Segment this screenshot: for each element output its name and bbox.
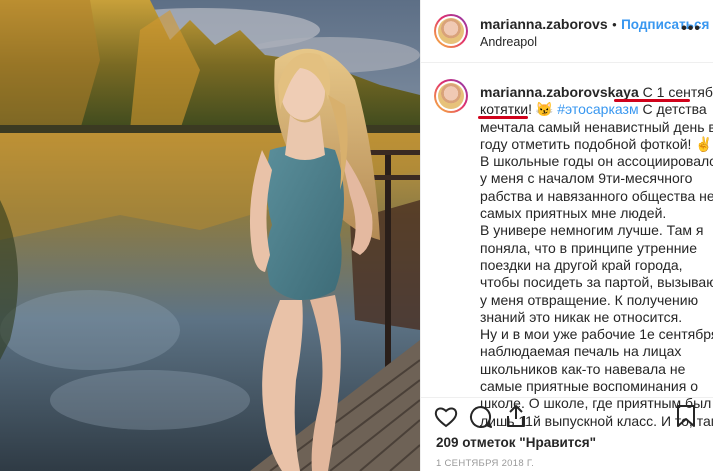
post-side-panel: marianna.zaborovs • Подписаться Andreapo… bbox=[420, 0, 713, 471]
caption-first-line: С 1 сентября, bbox=[642, 84, 713, 100]
actions-bar: 209 отметок "Нравится" 1 СЕНТЯБРЯ 2018 Г… bbox=[421, 397, 713, 472]
caption-line: чтобы посидеть за партой, вызывают bbox=[480, 274, 713, 291]
caption-line: рабства и навязанного общества не bbox=[480, 187, 713, 204]
caption-greeting: котятки! bbox=[480, 101, 533, 118]
share-icon[interactable] bbox=[505, 404, 527, 428]
underline-kotyatki bbox=[478, 116, 528, 119]
instagram-post: marianna.zaborovs • Подписаться Andreapo… bbox=[0, 0, 713, 471]
caption-body: мечтала самый ненавистный день в году отм… bbox=[480, 118, 713, 430]
heart-icon[interactable] bbox=[434, 406, 458, 428]
avatar[interactable] bbox=[434, 14, 468, 48]
bookmark-icon[interactable] bbox=[676, 404, 696, 428]
post-photo[interactable] bbox=[0, 0, 420, 471]
caption-line: В школьные годы он ассоциировался bbox=[480, 153, 713, 170]
caption-line: мечтала самый ненавистный день в bbox=[480, 118, 713, 135]
caption-line: поняла, что в принципе утренние bbox=[480, 239, 698, 256]
caption-line: школьников как-то навевала не bbox=[480, 360, 686, 377]
header-username[interactable]: marianna.zaborovs bbox=[480, 16, 608, 32]
lake-portrait-image bbox=[0, 0, 420, 471]
caption-username[interactable]: marianna.zaborovskaya bbox=[480, 84, 639, 100]
caption-line: В универе немногим лучше. Там я bbox=[480, 222, 704, 239]
caption-line: самых приятных мне людей. bbox=[480, 205, 667, 222]
header-separator: • bbox=[612, 17, 617, 32]
caption-avatar[interactable] bbox=[434, 79, 468, 113]
ellipsis-icon[interactable]: ••• bbox=[681, 20, 701, 38]
post-header: marianna.zaborovs • Подписаться Andreapo… bbox=[421, 0, 713, 63]
caption-line: знаний это никак не относится. bbox=[480, 308, 683, 325]
post-date[interactable]: 1 СЕНТЯБРЯ 2018 Г. bbox=[436, 458, 534, 469]
caption-line: самые приятные воспоминания о bbox=[480, 378, 699, 395]
caption-line: Ну и в мои уже рабочие 1е сентября bbox=[480, 326, 713, 343]
caption-line: году отметить подобной фоткой! ✌ bbox=[480, 135, 713, 152]
caption-tail: С детства bbox=[638, 101, 707, 118]
likes-count[interactable]: 209 отметок "Нравится" bbox=[436, 435, 596, 450]
underline-first-sept bbox=[614, 99, 690, 102]
caption-line: поездки на другой край города, bbox=[480, 256, 683, 273]
caption-line: наблюдаемая печаль на лицах bbox=[480, 343, 682, 360]
caption-text: marianna.zaborovskaya С 1 сентября, котя… bbox=[480, 84, 713, 430]
comment-icon[interactable] bbox=[469, 405, 493, 429]
caption-line: у меня отвращение. К получению bbox=[480, 291, 699, 308]
location-link[interactable]: Andreapol bbox=[480, 35, 537, 49]
caption-line: у меня с началом 9ти-месячного bbox=[480, 170, 693, 187]
hashtag-link[interactable]: #этосарказм bbox=[557, 101, 638, 117]
cat-emoji-icon: 😼 bbox=[535, 101, 554, 118]
